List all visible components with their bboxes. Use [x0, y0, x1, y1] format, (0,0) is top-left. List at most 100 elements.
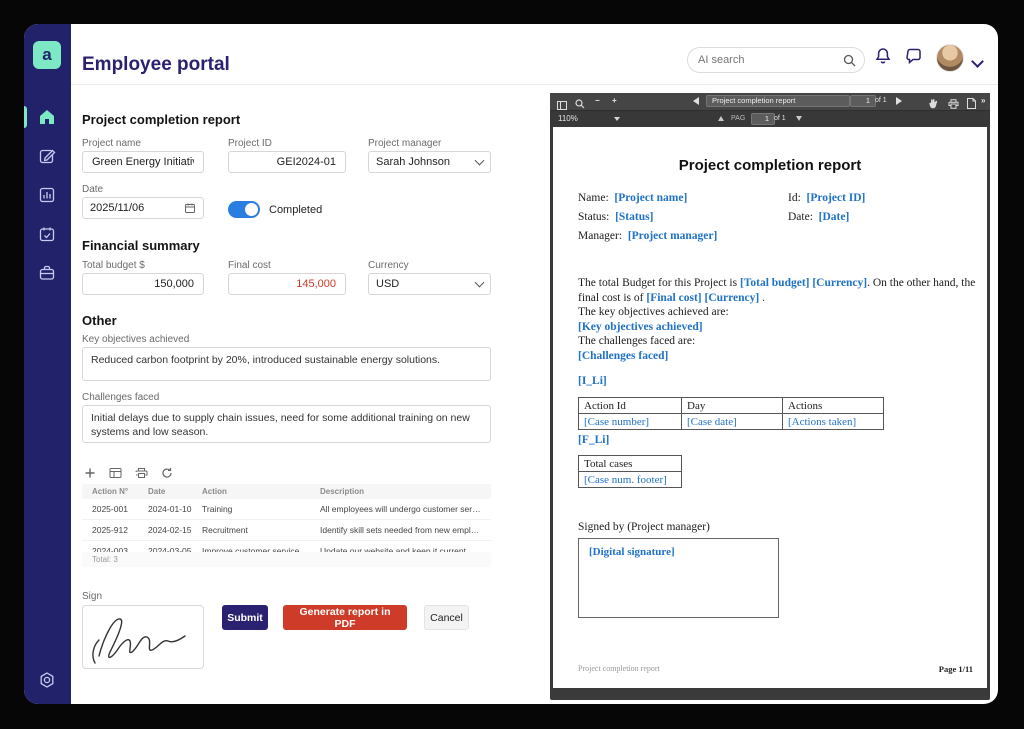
project-manager-select[interactable]: Sarah Johnson [368, 151, 491, 173]
project-manager-label: Project manager [368, 138, 441, 149]
case-date-placeholder: [Case date] [682, 414, 783, 430]
sign-label: Sign [82, 591, 102, 602]
loop-end-tag: [F_Li] [578, 434, 609, 446]
submit-button[interactable]: Submit [222, 605, 268, 630]
signature-pad[interactable] [82, 605, 204, 669]
app-logo-icon[interactable]: a [33, 41, 61, 69]
printer-icon [135, 467, 148, 479]
notifications-button[interactable] [873, 46, 895, 68]
ai-search-box[interactable] [687, 47, 865, 73]
date-placeholder: [Date] [819, 211, 850, 223]
hand-icon [928, 98, 938, 109]
table-row[interactable]: 2024-003 2024-03-05 Improve customer ser… [82, 541, 491, 552]
total-budget-field[interactable] [82, 273, 204, 295]
page-count-label: of 1 [875, 97, 887, 104]
printer-icon [948, 99, 959, 109]
calendar-icon [184, 202, 196, 214]
date-label: Date [82, 184, 103, 195]
search-input[interactable] [696, 53, 837, 67]
zoom-select-caret [614, 117, 620, 121]
sidebar-item-forms[interactable] [36, 145, 58, 167]
sidebar: a [24, 24, 71, 704]
case-footer-placeholder: [Case num. footer] [579, 472, 682, 488]
chevron-down-icon [475, 278, 485, 288]
document-title-box[interactable]: Project completion report [706, 95, 850, 107]
financial-summary-title: Financial summary [82, 238, 200, 253]
pdf-doc-title: Project completion report [553, 157, 987, 174]
search-icon [575, 99, 585, 109]
pdf-toolbar-bottom: 110% PAG 1 of 1 [550, 111, 990, 126]
project-id-field[interactable] [228, 151, 346, 173]
edit-square-icon [36, 145, 58, 167]
project-id-placeholder: [Project ID] [807, 192, 866, 204]
final-cost-placeholder: [Final cost] [Currency] [646, 292, 759, 304]
pdf-page: Project completion report Name: [Project… [553, 127, 987, 688]
zoom-out-button[interactable]: − [595, 96, 600, 105]
add-row-button[interactable] [84, 467, 96, 479]
project-name-field[interactable] [82, 151, 204, 173]
refresh-icon [161, 467, 173, 479]
date-value: 2025/11/06 [90, 202, 144, 214]
sidebar-item-home[interactable] [36, 106, 58, 128]
table-row[interactable]: 2025-001 2024-01-10 Training All employe… [82, 499, 491, 520]
zoom-level-select[interactable]: 110% [558, 114, 578, 123]
challenges-textarea[interactable]: Initial delays due to supply chain issue… [82, 405, 491, 443]
print-table-button[interactable] [135, 467, 148, 479]
chevron-down-icon [971, 55, 984, 68]
pag-input[interactable]: 1 [751, 113, 775, 125]
sidebar-item-cases[interactable] [36, 262, 58, 284]
completed-toggle[interactable] [228, 201, 260, 218]
page-down-button[interactable] [796, 116, 802, 121]
form-title: Project completion report [82, 112, 240, 127]
currency-select[interactable]: USD [368, 273, 491, 295]
key-objectives-textarea[interactable]: Reduced carbon footprint by 20%, introdu… [82, 347, 491, 381]
total-budget-placeholder: [Total budget] [Currency] [740, 277, 867, 289]
table-row[interactable]: 2025-912 2024-02-15 Recruitment Identify… [82, 520, 491, 541]
pdf-signature-box: [Digital signature] [578, 538, 779, 618]
currency-value: USD [376, 278, 399, 290]
sidebar-item-calendar[interactable] [36, 223, 58, 245]
sidebar-item-settings[interactable] [36, 669, 58, 691]
date-field[interactable]: 2025/11/06 [82, 197, 204, 219]
next-document-button[interactable] [896, 97, 902, 105]
col-date[interactable]: Date [148, 487, 202, 496]
calendar-check-icon [36, 223, 58, 245]
refresh-table-button[interactable] [161, 467, 173, 479]
prev-document-button[interactable] [693, 97, 699, 105]
col-action-no[interactable]: Action N° [92, 487, 148, 496]
document-icon [967, 98, 976, 109]
final-cost-field[interactable] [228, 273, 346, 295]
pdf-cases-table: Action Id Day Actions [Case number] [Cas… [578, 397, 884, 430]
page-up-button[interactable] [718, 116, 724, 121]
cancel-button[interactable]: Cancel [424, 605, 469, 630]
pdf-footer-left: Project completion report [578, 664, 660, 673]
page-number-box[interactable]: 1 [850, 95, 876, 107]
search-icon [843, 54, 856, 67]
more-tools-button[interactable]: » [981, 96, 985, 105]
digital-signature-placeholder: [Digital signature] [589, 546, 675, 558]
project-id-input[interactable] [236, 155, 338, 169]
project-name-label: Project name [82, 138, 141, 149]
chat-button[interactable] [904, 46, 926, 68]
avatar[interactable] [936, 44, 964, 72]
bell-icon [873, 46, 893, 66]
edit-table-button[interactable] [109, 467, 122, 479]
project-manager-value: Sarah Johnson [376, 156, 450, 168]
actions-taken-placeholder: [Actions taken] [783, 414, 884, 430]
sidebar-item-reports[interactable] [36, 184, 58, 206]
gear-icon [36, 669, 58, 691]
profile-menu-button[interactable] [973, 53, 982, 71]
zoom-in-button[interactable]: + [612, 96, 617, 105]
active-nav-indicator [24, 106, 27, 128]
project-name-input[interactable] [90, 155, 196, 169]
generate-pdf-button[interactable]: Generate report in PDF [283, 605, 407, 630]
signed-by-label: Signed by (Project manager) [578, 521, 710, 533]
col-action[interactable]: Action [202, 487, 320, 496]
final-cost-label: Final cost [228, 260, 271, 271]
final-cost-input[interactable] [236, 277, 338, 291]
total-budget-label: Total budget $ [82, 260, 145, 271]
key-objectives-placeholder: [Key objectives achieved] [578, 321, 703, 333]
app-window: a [24, 24, 998, 704]
total-budget-input[interactable] [90, 277, 196, 291]
col-description[interactable]: Description [320, 487, 491, 496]
